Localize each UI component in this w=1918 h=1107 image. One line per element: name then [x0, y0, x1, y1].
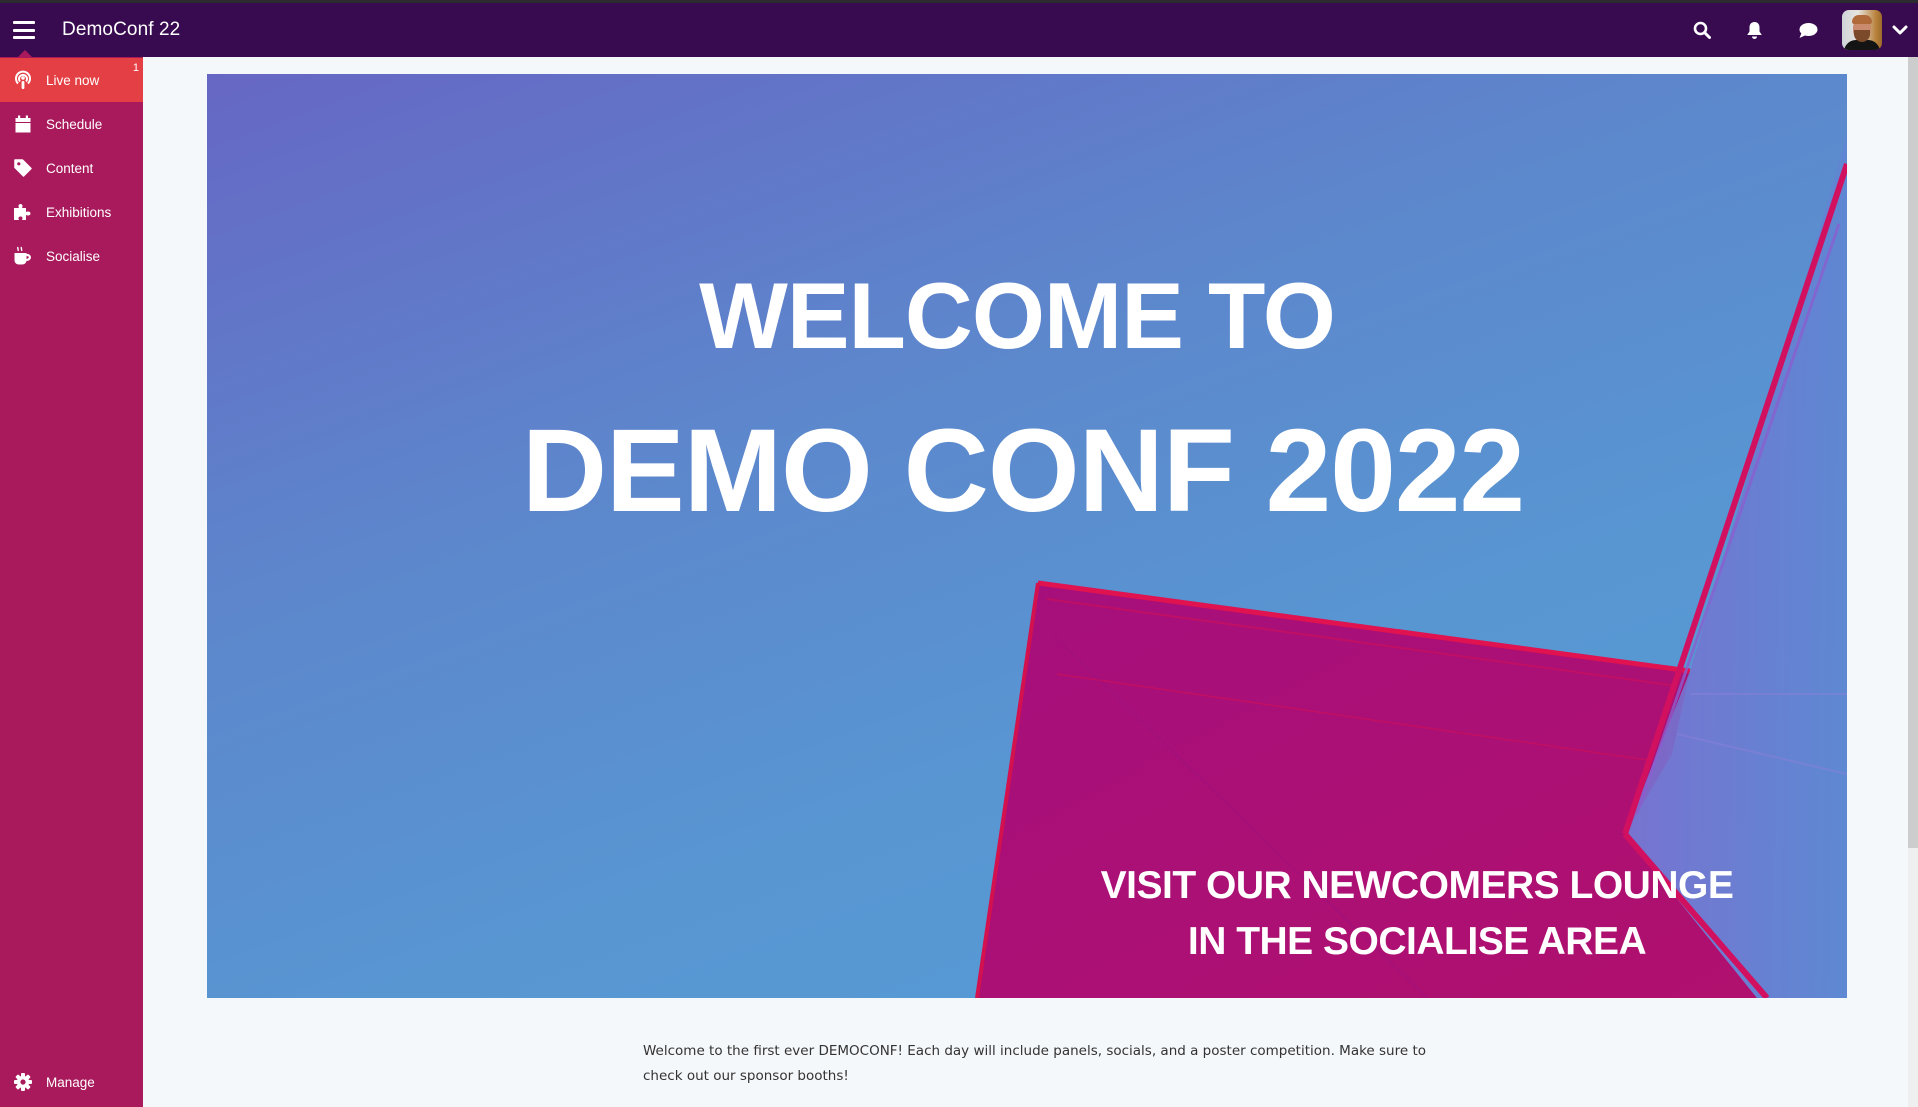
banner-callout: VISIT OUR NEWCOMERS LOUNGE IN THE SOCIAL…: [1077, 858, 1757, 970]
menu-toggle-button[interactable]: [2, 3, 46, 57]
coffee-cup-icon: [12, 245, 34, 267]
sidebar-item-label: Manage: [46, 1074, 95, 1090]
banner-heading-line1: WELCOME TO: [699, 263, 1336, 368]
top-app-bar: DemoConf 22: [0, 3, 1918, 57]
account-menu-button[interactable]: [1882, 3, 1918, 57]
search-button[interactable]: [1675, 3, 1728, 57]
hamburger-menu-icon: [13, 21, 35, 39]
notifications-button[interactable]: [1728, 3, 1781, 57]
header-actions: [1675, 3, 1918, 57]
calendar-icon: [12, 113, 34, 135]
sidebar-item-label: Schedule: [46, 116, 103, 132]
intro-paragraph: Welcome to the first ever DEMOCONF! Each…: [643, 1043, 1427, 1084]
user-avatar[interactable]: [1842, 10, 1882, 50]
app-title: DemoConf 22: [62, 19, 181, 40]
gear-icon: [12, 1071, 34, 1093]
sidebar-item-content[interactable]: Content: [0, 146, 143, 190]
puzzle-piece-icon: [12, 201, 34, 223]
sidebar-item-schedule[interactable]: Schedule: [0, 102, 143, 146]
banner-heading-line2: DEMO CONF 2022: [521, 405, 1525, 537]
sidebar-item-socialise[interactable]: Socialise: [0, 234, 143, 278]
scrollbar-thumb[interactable]: [1908, 57, 1918, 848]
banner-callout-line1: VISIT OUR NEWCOMERS LOUNGE: [1100, 864, 1734, 907]
sidebar-item-label: Socialise: [46, 248, 101, 264]
sidebar-item-label: Content: [46, 160, 94, 176]
sidebar-nav: Live now 1 Schedule Content Exhibitions …: [0, 57, 143, 1107]
banner-callout-line2: IN THE SOCIALISE AREA: [1187, 920, 1647, 963]
sidebar-item-label: Live now: [46, 72, 100, 88]
tag-icon: [12, 157, 34, 179]
bell-icon: [1747, 21, 1762, 39]
chat-button[interactable]: [1781, 3, 1834, 57]
chat-bubble-icon: [1799, 22, 1817, 38]
active-menu-caret: [18, 50, 32, 57]
sidebar-item-manage[interactable]: Manage: [0, 1060, 143, 1104]
search-icon: [1693, 21, 1711, 39]
page-scrollbar[interactable]: [1908, 57, 1918, 1107]
sidebar-item-label: Exhibitions: [46, 204, 112, 220]
main-content: WELCOME TO DEMO CONF 2022 VISIT OUR NEWC…: [143, 57, 1908, 1107]
welcome-banner: WELCOME TO DEMO CONF 2022 VISIT OUR NEWC…: [207, 74, 1847, 998]
chevron-down-icon: [1892, 25, 1908, 35]
live-count-badge: 1: [132, 62, 139, 74]
sidebar-item-exhibitions[interactable]: Exhibitions: [0, 190, 143, 234]
sidebar-item-live-now[interactable]: Live now 1: [0, 58, 143, 102]
podcast-icon: [12, 69, 34, 91]
